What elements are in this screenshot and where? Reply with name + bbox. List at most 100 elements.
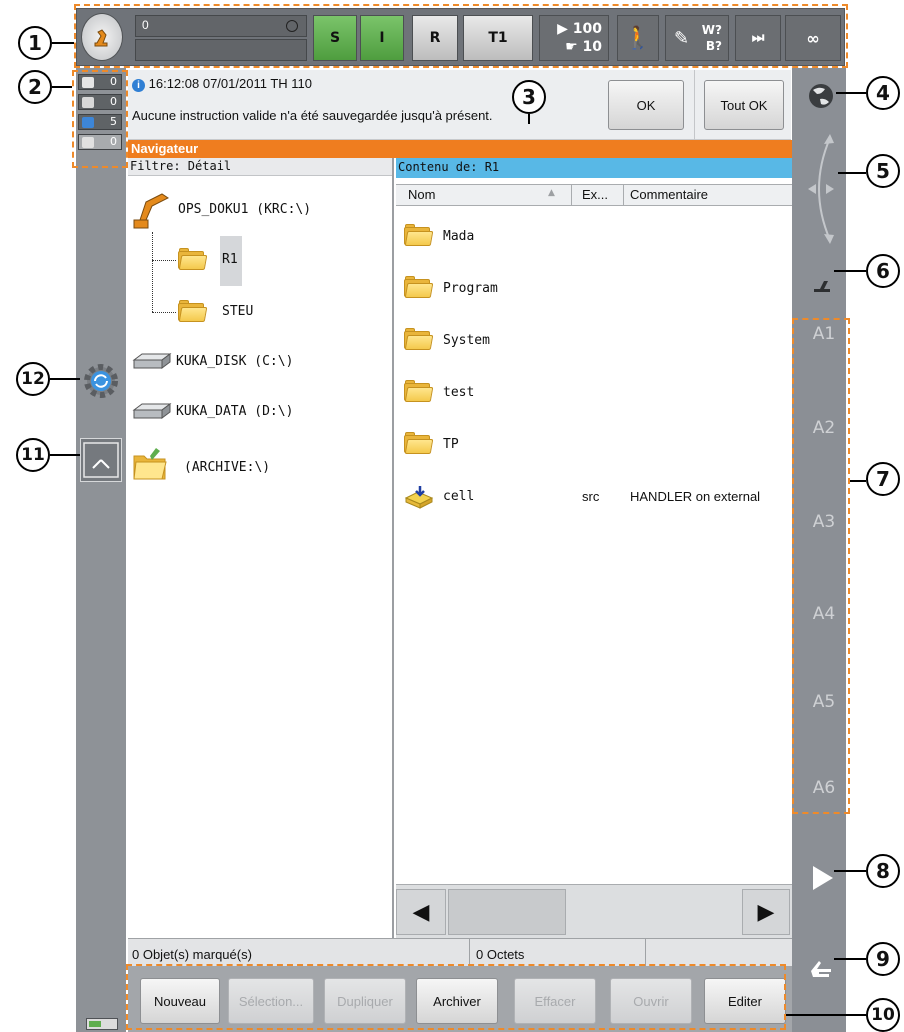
coordinate-system-button[interactable] [800,76,842,116]
bytes-text: 0 Octets [476,947,525,962]
file-list[interactable]: Contenu de: R1 Nom ▲ Ex... Commentaire ◀… [396,158,792,938]
tree-item-kuka-disk[interactable]: KUKA_DISK (C:\) [176,354,293,369]
navigator-title: Navigateur [128,140,792,158]
callout-frame-1 [74,4,848,68]
jog-hand-icon [811,961,831,977]
column-comment-label: Commentaire [630,187,709,202]
arrows-icon [808,134,834,244]
space-mouse-control[interactable] [800,130,844,248]
robot-tree-icon [132,186,172,232]
clock-button[interactable] [80,438,122,482]
battery-indicator [86,1018,118,1030]
callout-leader [838,172,866,174]
column-name-header[interactable]: Nom ▲ [396,185,572,205]
drive-icon [132,402,172,422]
jog-mode-button[interactable] [800,946,844,986]
all-ok-label: Tout OK [720,97,768,113]
message-line: i 16:12:08 07/01/2011 TH 110 [132,76,312,92]
divider [694,70,695,140]
tree-connector [152,260,176,261]
callout-3: 3 [512,80,546,114]
callout-leader [50,378,80,380]
sort-arrow-icon: ▲ [548,188,555,198]
column-comment-header[interactable]: Commentaire [624,185,792,205]
list-item-name: Mada [443,229,475,244]
callout-9: 9 [866,942,900,976]
callout-8-label: 8 [876,859,890,883]
callout-2-label: 2 [28,75,42,99]
globe-icon [809,84,833,108]
message-window: i 16:12:08 07/01/2011 TH 110 Aucune inst… [128,70,791,140]
list-item-name: test [443,385,475,400]
folder-icon [404,276,434,298]
filter-text: Filtre: Détail [130,159,232,173]
callout-leader [52,42,74,44]
callout-1: 1 [18,26,52,60]
play-icon [813,866,833,890]
callout-11: 11 [16,438,50,472]
column-ext-header[interactable]: Ex... [572,185,624,205]
list-item-name: System [443,333,490,348]
callout-5-label: 5 [876,159,890,183]
archive-icon [132,446,168,482]
horizontal-scrollbar[interactable]: ◀ ▶ [396,884,792,938]
content-of-label: Contenu de: R1 [396,158,792,178]
callout-frame-10 [126,964,786,1030]
callout-frame-2 [72,70,128,168]
callout-5: 5 [866,154,900,188]
list-item-name: TP [443,437,459,452]
message-text: Aucune instruction valide n'a été sauveg… [132,108,493,123]
list-item[interactable]: System [396,328,792,354]
left-arrow-icon: ◀ [412,899,430,925]
content-of-text: Contenu de: R1 [398,160,500,174]
list-item[interactable]: TP [396,432,792,458]
workspace-gear-button[interactable] [80,360,122,402]
scroll-thumb[interactable] [448,889,566,935]
callout-2: 2 [18,70,52,104]
callout-1-label: 1 [28,31,42,55]
ok-label: OK [636,97,656,113]
bytes-field: 0 Octets [472,939,646,967]
folder-icon [404,328,434,350]
left-strip [76,68,126,1032]
callout-9-label: 9 [876,947,890,971]
callout-7: 7 [866,462,900,496]
callout-leader [836,92,866,94]
marked-objects-field: 0 Objet(s) marqué(s) [128,939,470,967]
callout-6: 6 [866,254,900,288]
callout-frame-7 [792,318,850,814]
list-item-name: cell [443,489,475,504]
tree-item-krc[interactable]: OPS_DOKU1 (KRC:\) [178,202,311,217]
list-item-name: Program [443,281,498,296]
list-item-ext: src [582,489,600,504]
tree-item-r1[interactable]: R1 [222,252,238,267]
tree-item-steu[interactable]: STEU [222,304,253,319]
callout-4: 4 [866,76,900,110]
callout-12-label: 12 [21,369,45,389]
folder-icon [404,224,434,246]
clock-icon [83,442,119,478]
tree-item-kuka-data[interactable]: KUKA_DATA (D:\) [176,404,293,419]
list-item[interactable]: Program [396,276,792,302]
callout-8: 8 [866,854,900,888]
program-start-button[interactable] [800,858,844,898]
list-item[interactable]: Mada [396,224,792,250]
callout-11-label: 11 [21,445,45,465]
callout-6-label: 6 [876,259,890,283]
folder-icon [404,380,434,402]
scroll-right-button[interactable]: ▶ [742,889,790,935]
scroll-left-button[interactable]: ◀ [396,889,446,935]
directory-tree[interactable]: Filtre: Détail [128,158,394,938]
callout-leader [528,114,530,124]
list-item[interactable]: test [396,380,792,406]
callout-leader [786,1014,866,1016]
list-item-comment: HANDLER on external [630,489,761,504]
ok-button[interactable]: OK [608,80,684,130]
tool-flange-icon [814,281,830,292]
list-item[interactable]: cell src HANDLER on external [396,484,792,510]
filter-label: Filtre: Détail [128,158,392,176]
all-ok-button[interactable]: Tout OK [704,80,784,130]
callout-leader [50,454,80,456]
tree-item-archive[interactable]: (ARCHIVE:\) [184,460,270,475]
message-timestamp: 16:12:08 07/01/2011 TH 110 [148,76,312,91]
